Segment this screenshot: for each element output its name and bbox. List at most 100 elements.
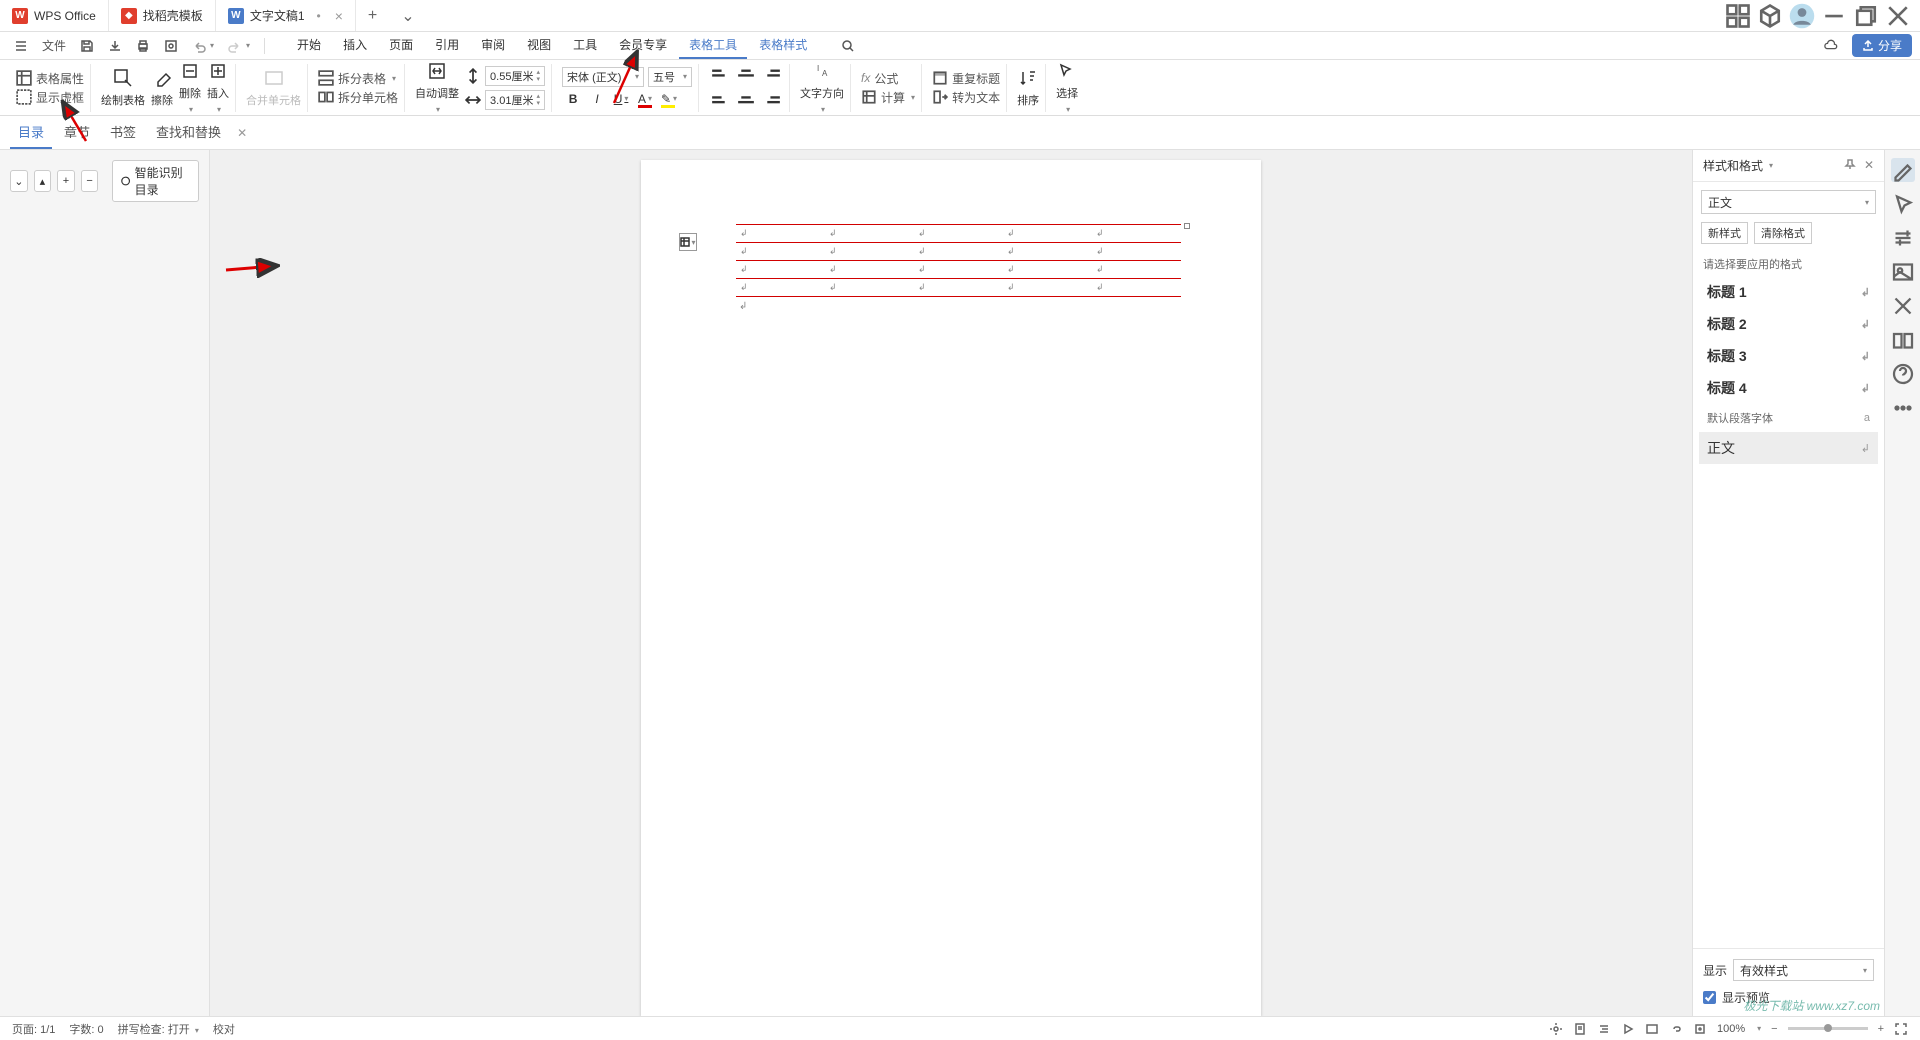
underline-button[interactable]: U▾ bbox=[610, 89, 632, 109]
view-focus-icon[interactable] bbox=[1549, 1022, 1563, 1036]
align-top-center-icon[interactable] bbox=[735, 67, 757, 87]
style-item-2[interactable]: 标题 3↲ bbox=[1699, 340, 1878, 372]
tab-wps[interactable]: W WPS Office bbox=[0, 0, 109, 31]
read-icon[interactable] bbox=[1891, 328, 1915, 352]
undo-button[interactable]: ▾ bbox=[186, 35, 220, 57]
nav-tab-0[interactable]: 目录 bbox=[10, 116, 52, 149]
show-border-button[interactable]: 显示虚框 bbox=[16, 89, 84, 106]
nav-tab-3[interactable]: 查找和替换 bbox=[148, 116, 229, 149]
menu-tab-6[interactable]: 工具 bbox=[563, 32, 607, 59]
preview-checkbox-input[interactable] bbox=[1703, 991, 1716, 1004]
menu-tab-8[interactable]: 表格工具 bbox=[679, 32, 747, 59]
nav-tab-2[interactable]: 书签 bbox=[102, 116, 144, 149]
view-web-icon[interactable] bbox=[1645, 1022, 1659, 1036]
style-item-5[interactable]: 正文↲ bbox=[1699, 432, 1878, 464]
settings-icon[interactable] bbox=[1891, 226, 1915, 250]
help-icon[interactable] bbox=[1891, 362, 1915, 386]
document-area[interactable]: ▾ ↲↲↲↲↲ ↲↲↲↲↲ ↲↲↲↲↲ ↲↲↲↲↲ ↲ bbox=[210, 150, 1692, 1016]
collapse-button[interactable]: − bbox=[81, 170, 99, 192]
menu-tab-3[interactable]: 引用 bbox=[425, 32, 469, 59]
italic-button[interactable]: I bbox=[586, 89, 608, 109]
view-page-icon[interactable] bbox=[1573, 1022, 1587, 1036]
document-table[interactable]: ↲↲↲↲↲ ↲↲↲↲↲ ↲↲↲↲↲ ↲↲↲↲↲ bbox=[736, 224, 1181, 297]
fit-icon[interactable] bbox=[1693, 1022, 1707, 1036]
style-item-4[interactable]: 默认段落字体a bbox=[1699, 404, 1878, 432]
menu-tab-0[interactable]: 开始 bbox=[287, 32, 331, 59]
table-resize-handle[interactable] bbox=[1184, 223, 1190, 229]
close-icon[interactable]: × bbox=[335, 8, 343, 24]
spell-check-status[interactable]: 拼写检查: 打开 ▾ bbox=[118, 1021, 199, 1037]
draw-table-button[interactable]: 绘制表格 bbox=[101, 68, 145, 108]
menu-tab-9[interactable]: 表格样式 bbox=[749, 32, 817, 59]
align-top-left-icon[interactable] bbox=[709, 67, 731, 87]
table-cell[interactable]: ↲ bbox=[736, 225, 825, 243]
formula-button[interactable]: fx公式 bbox=[861, 70, 915, 87]
user-avatar[interactable] bbox=[1788, 2, 1816, 30]
share-button[interactable]: 分享 bbox=[1852, 34, 1912, 57]
style-item-0[interactable]: 标题 1↲ bbox=[1699, 276, 1878, 308]
split-table-button[interactable]: 拆分表格▾ bbox=[318, 70, 398, 87]
table-properties-button[interactable]: 表格属性 bbox=[16, 70, 84, 87]
bold-button[interactable]: B bbox=[562, 89, 584, 109]
erase-button[interactable]: 擦除 bbox=[151, 68, 173, 108]
zoom-level[interactable]: 100% bbox=[1717, 1023, 1745, 1035]
print-icon[interactable] bbox=[130, 35, 156, 57]
menu-tab-7[interactable]: 会员专享 bbox=[609, 32, 677, 59]
nav-close-button[interactable]: ✕ bbox=[237, 126, 247, 140]
style-item-3[interactable]: 标题 4↲ bbox=[1699, 372, 1878, 404]
redo-button[interactable]: ▾ bbox=[222, 35, 256, 57]
level-dropdown[interactable]: ⌄ bbox=[10, 170, 28, 192]
style-item-1[interactable]: 标题 2↲ bbox=[1699, 308, 1878, 340]
expand-button[interactable]: + bbox=[57, 170, 75, 192]
font-color-button[interactable]: A▾ bbox=[634, 89, 656, 109]
tab-dropdown[interactable]: ⌄ bbox=[389, 6, 426, 26]
edit-icon[interactable] bbox=[1891, 158, 1915, 182]
align-mid-right-icon[interactable] bbox=[761, 89, 783, 109]
view-outline-icon[interactable] bbox=[1597, 1022, 1611, 1036]
hamburger-icon[interactable] bbox=[8, 35, 34, 57]
file-menu[interactable]: 文件 bbox=[36, 33, 72, 58]
preview-icon[interactable] bbox=[158, 35, 184, 57]
cursor-icon[interactable] bbox=[1891, 192, 1915, 216]
zoom-in-button[interactable]: + bbox=[1878, 1023, 1884, 1035]
table-handle[interactable]: ▾ bbox=[679, 233, 697, 251]
maximize-button[interactable] bbox=[1852, 2, 1880, 30]
smart-recognize-button[interactable]: 智能识别目录 bbox=[112, 160, 199, 202]
image-icon[interactable] bbox=[1891, 260, 1915, 284]
fullscreen-icon[interactable] bbox=[1894, 1022, 1908, 1036]
text-direction-button[interactable]: IA 文字方向▾ bbox=[800, 61, 844, 114]
font-family-select[interactable]: 宋体 (正文)▾ bbox=[562, 67, 644, 87]
to-text-button[interactable]: 转为文本 bbox=[932, 89, 1000, 106]
add-tab-button[interactable]: + bbox=[356, 7, 389, 25]
new-style-button[interactable]: 新样式 bbox=[1701, 222, 1748, 244]
split-cells-button[interactable]: 拆分单元格 bbox=[318, 89, 398, 106]
close-window-button[interactable] bbox=[1884, 2, 1912, 30]
more-icon[interactable] bbox=[1891, 396, 1915, 420]
clear-format-button[interactable]: 清除格式 bbox=[1754, 222, 1812, 244]
font-size-select[interactable]: 五号▾ bbox=[648, 67, 692, 87]
row-height-input[interactable]: 0.55厘米▴▾ bbox=[485, 66, 545, 86]
view-read-icon[interactable] bbox=[1621, 1022, 1635, 1036]
minimize-button[interactable] bbox=[1820, 2, 1848, 30]
move-up-button[interactable]: ▴ bbox=[34, 170, 52, 192]
col-width-input[interactable]: 3.01厘米▴▾ bbox=[485, 90, 545, 110]
menu-tab-1[interactable]: 插入 bbox=[333, 32, 377, 59]
search-icon[interactable] bbox=[835, 35, 861, 57]
apps-icon[interactable] bbox=[1724, 2, 1752, 30]
cube-icon[interactable] bbox=[1756, 2, 1784, 30]
tools-icon[interactable] bbox=[1891, 294, 1915, 318]
page-indicator[interactable]: 页面: 1/1 bbox=[12, 1021, 55, 1037]
close-panel-icon[interactable]: ✕ bbox=[1864, 158, 1874, 173]
pin-icon[interactable] bbox=[1844, 158, 1856, 173]
align-top-right-icon[interactable] bbox=[761, 67, 783, 87]
delete-button[interactable]: 删除▾ bbox=[179, 61, 201, 114]
tab-document[interactable]: W 文字文稿1 • × bbox=[216, 0, 356, 31]
tab-template[interactable]: ◆ 找稻壳模板 bbox=[109, 0, 216, 31]
show-filter-select[interactable]: 有效样式▾ bbox=[1733, 959, 1874, 981]
link-icon[interactable] bbox=[1669, 1022, 1683, 1036]
align-mid-left-icon[interactable] bbox=[709, 89, 731, 109]
calc-button[interactable]: 计算▾ bbox=[861, 89, 915, 106]
align-mid-center-icon[interactable] bbox=[735, 89, 757, 109]
zoom-out-button[interactable]: − bbox=[1771, 1023, 1777, 1035]
zoom-slider[interactable] bbox=[1788, 1027, 1868, 1030]
